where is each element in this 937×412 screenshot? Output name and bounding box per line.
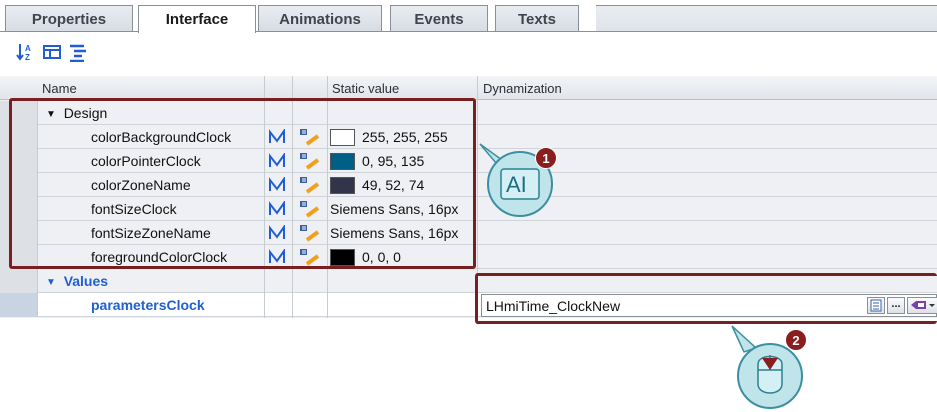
tab-interface[interactable]: Interface <box>138 5 256 33</box>
group-icon[interactable] <box>42 42 62 62</box>
tree-list-icon[interactable] <box>68 42 88 62</box>
tab-properties[interactable]: Properties <box>5 5 133 32</box>
tab-label: Properties <box>31 10 107 28</box>
row-header <box>0 269 38 293</box>
callout-badge: 2 <box>785 329 807 351</box>
row-header <box>0 293 38 317</box>
tab-events[interactable]: Events <box>390 5 488 32</box>
tab-label: Events <box>414 10 464 28</box>
property-name: parametersClock <box>91 297 205 313</box>
tab-bar: Properties Interface Animations Events T… <box>0 0 937 33</box>
callout-2: 2 <box>728 324 818 412</box>
tab-label: Animations <box>279 10 361 28</box>
column-header-static-value[interactable]: Static value <box>328 76 399 100</box>
tab-label: Texts <box>517 10 557 28</box>
group-label: ▼ Values <box>46 269 108 293</box>
callout-1: AI 1 <box>476 140 566 220</box>
tab-animations[interactable]: Animations <box>258 5 382 32</box>
tab-texts[interactable]: Texts <box>495 5 579 32</box>
tab-label: Interface <box>165 11 229 28</box>
column-header-dynamization[interactable]: Dynamization <box>479 76 562 100</box>
toolbar: A Z <box>0 32 937 76</box>
svg-text:Z: Z <box>25 53 30 62</box>
column-header-name[interactable]: Name <box>38 76 77 100</box>
svg-text:A: A <box>25 44 31 53</box>
callout-1-text: AI <box>506 172 527 197</box>
grid-header: Name Static value Dynamization <box>0 76 937 100</box>
tab-bar-filler <box>596 5 937 31</box>
highlight-box-dynamization <box>475 273 937 324</box>
callout-badge: 1 <box>535 147 557 169</box>
highlight-box-design <box>9 98 476 269</box>
collapse-triangle-icon[interactable]: ▼ <box>46 271 56 295</box>
sort-icon[interactable]: A Z <box>15 42 35 62</box>
